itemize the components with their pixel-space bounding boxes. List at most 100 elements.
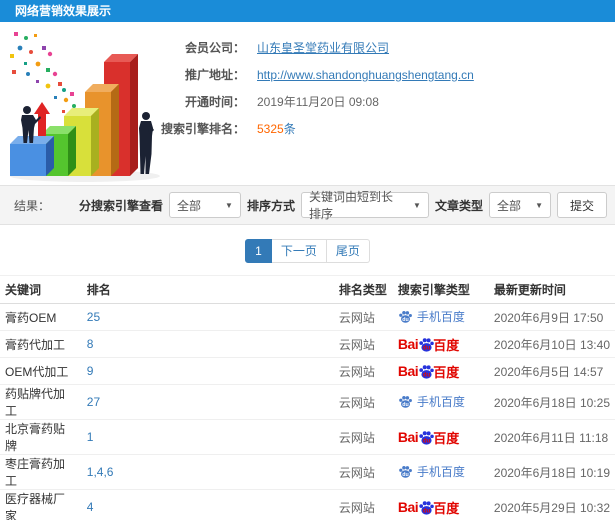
chevron-down-icon: ▼: [535, 200, 543, 210]
keyword-cell: 枣庄膏药加工: [0, 454, 82, 490]
keyword-cell: 药贴牌代加工: [0, 384, 82, 420]
chevron-down-icon: ▼: [413, 200, 421, 210]
page-title: 网络营销效果展示: [15, 4, 112, 18]
keyword-cell: 膏药代加工: [0, 330, 82, 358]
baidu-logo-cn: 百度: [433, 364, 460, 380]
updated-time-cell: 2020年6月5日 14:57: [493, 364, 604, 379]
table-row: 膏药OEM 25 云网站 du 手机百度 2020年6月9日 17:50: [0, 304, 615, 331]
engine-filter-label: 分搜索引擎查看: [78, 198, 163, 213]
rank-link[interactable]: 9: [87, 364, 94, 378]
engine-rank-value: 5325条: [257, 120, 296, 137]
page-1-button[interactable]: 1: [245, 239, 272, 263]
submit-button[interactable]: 提交: [556, 192, 607, 218]
sort-filter-value: 关键词由短到长排序: [308, 190, 393, 221]
engine-cell: du 手机百度: [392, 384, 489, 420]
promo-url-link[interactable]: http://www.shandonghuangshengtang.cn: [257, 68, 474, 82]
engine-cell: du 手机百度: [392, 454, 489, 490]
table-row: 药贴牌代加工 27 云网站 du 手机百度 2020年6月18日 10:25: [0, 384, 615, 420]
header-updated: 最新更新时间: [488, 275, 615, 304]
engine-cell: du 手机百度: [393, 304, 489, 331]
last-page-button[interactable]: 尾页: [326, 239, 370, 263]
rank-link[interactable]: 25: [87, 310, 100, 324]
header-rank: 排名: [81, 275, 334, 304]
table-row: 膏药代加工 8 云网站 Bai du 百度 2020年6月10日 13:40: [0, 330, 615, 358]
engine-filter-select[interactable]: 全部 ▼: [168, 192, 241, 218]
open-time-value: 2019年11月20日 09:08: [257, 95, 379, 109]
baidu-paw-icon: du: [399, 465, 412, 477]
header-rank-type: 排名类型: [333, 275, 393, 304]
engine-cell: Bai du 百度: [392, 330, 489, 358]
article-type-value: 全部: [496, 198, 521, 213]
promo-url-row: 推广地址： http://www.shandonghuangshengtang.…: [120, 61, 615, 88]
svg-text:du: du: [402, 401, 408, 407]
mobile-baidu-logo: du 手机百度: [398, 308, 465, 325]
baidu-logo-bai: Bai: [397, 363, 419, 379]
summary-section: 会员公司： 山东皇圣堂药业有限公司 推广地址： http://www.shand…: [0, 22, 615, 185]
filter-bar: 结果： 分搜索引擎查看 全部 ▼ 排序方式 关键词由短到长排序 ▼ 文章类型 全…: [0, 185, 615, 225]
svg-text:du: du: [402, 471, 408, 477]
header-keyword: 关键词: [0, 275, 82, 304]
businessman-right: [139, 112, 154, 174]
svg-text:du: du: [423, 372, 431, 378]
header-engine-type: 搜索引擎类型: [392, 275, 489, 304]
window-titlebar: 网络营销效果展示: [0, 0, 615, 22]
baidu-logo: Bai du 百度: [398, 428, 459, 447]
rank-link[interactable]: 8: [87, 337, 94, 351]
table-header-row: 关键词 排名 排名类型 搜索引擎类型 最新更新时间: [0, 275, 615, 304]
engine-rank-row: 搜索引擎排名： 5325条: [120, 115, 615, 142]
table-row: 枣庄膏药加工 1,4,6 云网站 du 手机百度 2020年6月18日 10:19: [0, 454, 615, 490]
baidu-logo-cn: 百度: [433, 337, 460, 353]
keyword-cell: 膏药OEM: [5, 310, 57, 325]
keyword-cell: OEM代加工: [0, 357, 82, 385]
growth-chart-graphic: [10, 32, 160, 182]
rank-count: 5325: [257, 122, 284, 136]
baidu-logo-cn: 百度: [433, 500, 460, 516]
pagination: 1 下一页 尾页: [0, 239, 615, 263]
engine-cell: Bai du 百度: [392, 419, 489, 455]
account-info: 会员公司： 山东皇圣堂药业有限公司 推广地址： http://www.shand…: [120, 22, 615, 142]
rank-link[interactable]: 4: [87, 500, 94, 514]
open-time-row: 开通时间： 2019年11月20日 09:08: [120, 88, 615, 115]
baidu-logo-bai: Bai: [397, 429, 419, 445]
mobile-baidu-logo: du 手机百度: [398, 463, 465, 480]
engine-filter-value: 全部: [176, 198, 201, 213]
company-link[interactable]: 山东皇圣堂药业有限公司: [257, 39, 389, 56]
article-type-label: 文章类型: [434, 198, 483, 213]
keyword-rank-table: 关键词 排名 排名类型 搜索引擎类型 最新更新时间 膏药OEM 25 云网站 d…: [0, 275, 615, 520]
rank-link[interactable]: 27: [87, 395, 100, 409]
rank-count-suffix: 条: [283, 122, 296, 136]
company-row: 会员公司： 山东皇圣堂药业有限公司: [120, 34, 615, 61]
table-row: 北京膏药贴牌 1 云网站 Bai du 百度 2020年6月11日 11:18: [0, 419, 615, 455]
svg-text:du: du: [423, 508, 431, 514]
engine-cell: Bai du 百度: [392, 489, 489, 520]
baidu-logo: Bai du 百度: [398, 335, 459, 354]
table-row: OEM代加工 9 云网站 Bai du 百度 2020年6月5日 14:57: [0, 357, 615, 385]
next-page-button[interactable]: 下一页: [271, 239, 327, 263]
rank-type-cell: 云网站: [338, 310, 375, 325]
baidu-logo: Bai du 百度: [398, 498, 459, 517]
baidu-logo-cn: 百度: [433, 430, 460, 446]
article-type-select[interactable]: 全部 ▼: [488, 192, 551, 218]
chevron-down-icon: ▼: [225, 200, 233, 210]
mobile-baidu-label: 手机百度: [416, 394, 465, 409]
rank-type-cell: 云网站: [338, 395, 375, 410]
updated-time-cell: 2020年6月18日 10:19: [493, 465, 610, 480]
rank-link[interactable]: 1,4,6: [87, 465, 114, 479]
rank-type-cell: 云网站: [338, 430, 375, 445]
sort-filter-select[interactable]: 关键词由短到长排序 ▼: [300, 190, 429, 221]
baidu-paw-icon: du: [399, 395, 412, 407]
table-row: 医疗器械厂家 4 云网站 Bai du 百度 2020年5月29日 10:32: [0, 489, 615, 520]
svg-text:du: du: [402, 316, 408, 322]
filter-controls: 分搜索引擎查看 全部 ▼ 排序方式 关键词由短到长排序 ▼ 文章类型 全部 ▼ …: [78, 190, 607, 221]
baidu-logo-bai: Bai: [397, 499, 419, 515]
updated-time-cell: 2020年6月10日 13:40: [493, 337, 610, 352]
keyword-cell: 医疗器械厂家: [0, 489, 82, 520]
rank-type-cell: 云网站: [338, 465, 375, 480]
mobile-baidu-logo: du 手机百度: [398, 393, 465, 410]
updated-time-cell: 2020年6月9日 17:50: [493, 310, 604, 325]
result-label: 结果：: [14, 198, 51, 213]
rank-link[interactable]: 1: [87, 430, 94, 444]
rank-type-cell: 云网站: [338, 337, 375, 352]
keyword-cell: 北京膏药贴牌: [0, 419, 82, 455]
baidu-logo: Bai du 百度: [398, 362, 459, 381]
